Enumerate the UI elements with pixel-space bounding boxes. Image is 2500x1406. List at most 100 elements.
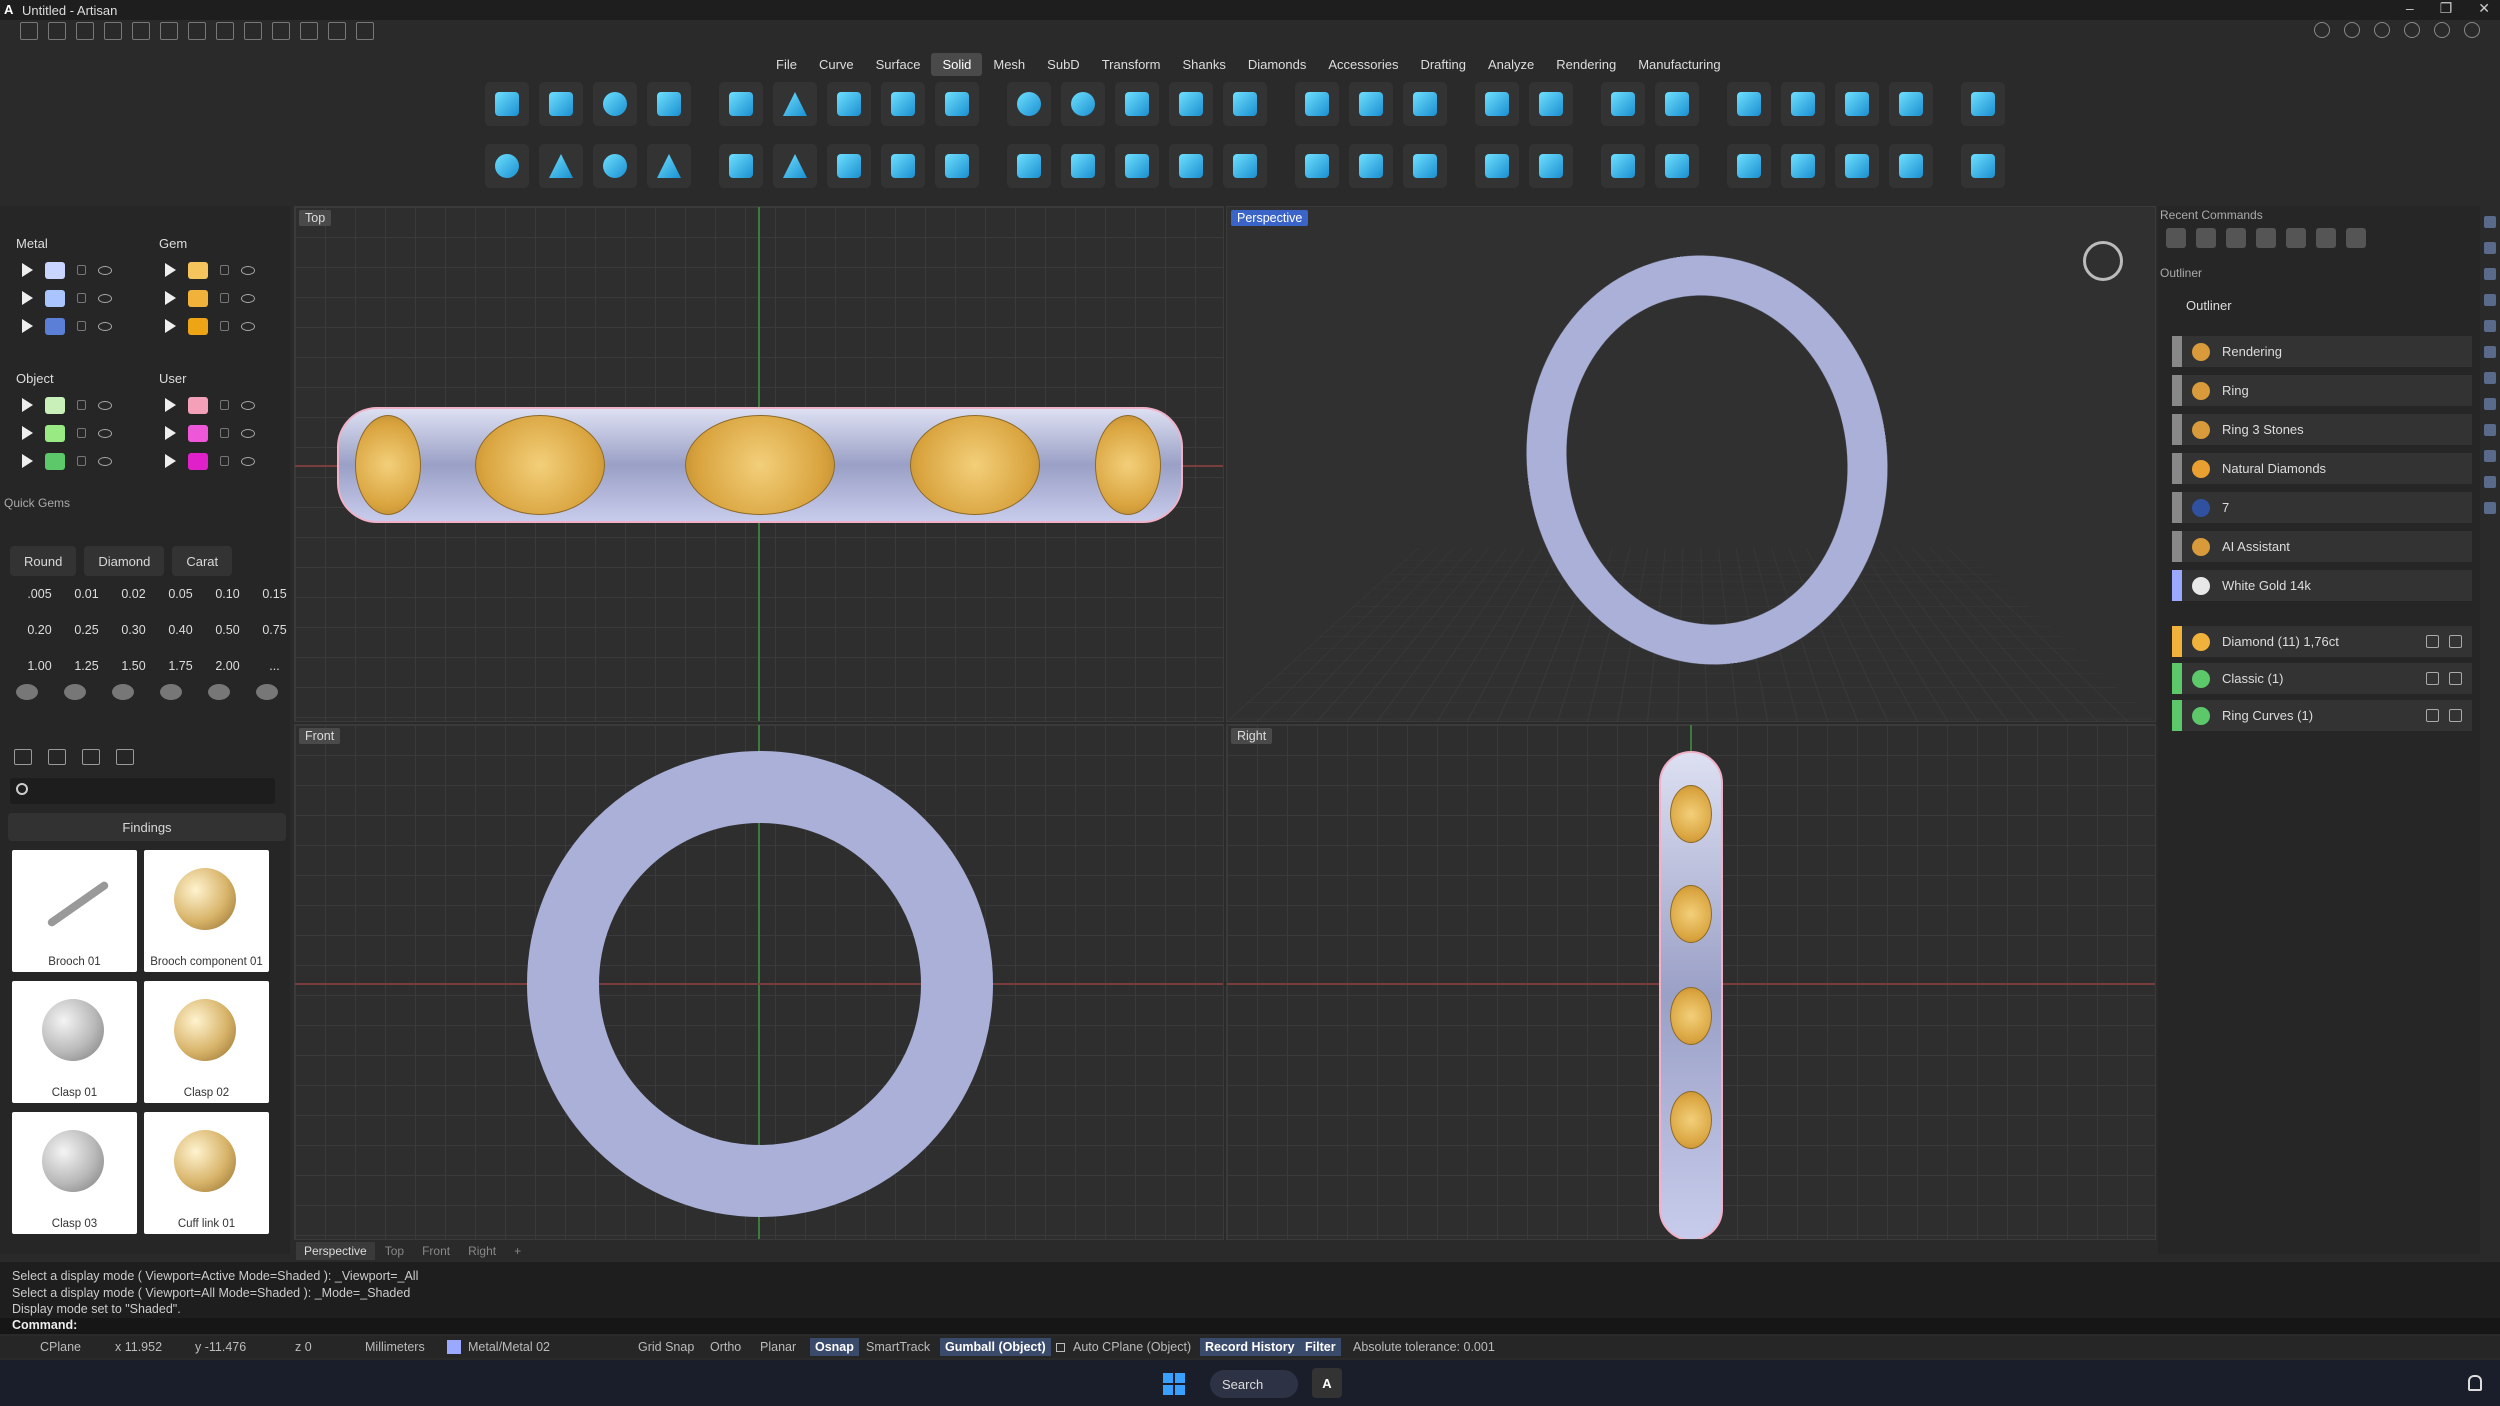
layer-color-swatch[interactable] [45, 424, 65, 442]
layer-color-swatch[interactable] [188, 317, 208, 335]
solid-tool-button[interactable] [1061, 82, 1105, 126]
user-layer-row[interactable] [143, 391, 278, 419]
edit-icon[interactable] [2426, 672, 2439, 685]
viewport-label-front[interactable]: Front [299, 728, 341, 744]
gem-layer-row[interactable] [143, 284, 278, 312]
carat-size-button[interactable]: 1.75 [157, 652, 204, 680]
library-item[interactable]: Clasp 02 [144, 981, 269, 1103]
play-icon[interactable] [22, 454, 33, 468]
solid-tool-button[interactable] [1529, 82, 1573, 126]
solid-tool-button[interactable] [719, 82, 763, 126]
layer-color-swatch[interactable] [188, 452, 208, 470]
layer-color-swatch[interactable] [45, 289, 65, 307]
redo-icon[interactable] [160, 22, 178, 40]
panel-icon[interactable] [2484, 372, 2496, 384]
solid-tool-button[interactable] [485, 144, 529, 188]
outliner-item[interactable]: White Gold 14k [2172, 570, 2472, 601]
solid-tool-button[interactable] [647, 82, 691, 126]
object-layer-row[interactable] [0, 447, 135, 475]
minimize-button[interactable]: – [2406, 0, 2414, 17]
lock-icon[interactable] [220, 293, 229, 303]
eye-icon[interactable] [241, 321, 255, 331]
gem-layer-row[interactable] [143, 312, 278, 340]
menu-mesh[interactable]: Mesh [982, 53, 1036, 76]
edit-icon[interactable] [2426, 709, 2439, 722]
gem-layer-row[interactable] [143, 256, 278, 284]
command-prompt[interactable]: Command: [0, 1318, 2500, 1334]
carat-size-button[interactable]: 0.05 [157, 580, 204, 608]
windows-start-icon[interactable] [1163, 1373, 1185, 1395]
eye-icon[interactable] [98, 293, 112, 303]
menu-file[interactable]: File [765, 53, 808, 76]
solid-tool-button[interactable] [1295, 82, 1339, 126]
panel-icon[interactable] [2484, 398, 2496, 410]
recent-command-icon[interactable] [2196, 228, 2216, 248]
lock-icon[interactable] [220, 456, 229, 466]
play-icon[interactable] [22, 319, 33, 333]
outliner-item[interactable]: Natural Diamonds [2172, 453, 2472, 484]
recent-command-icon[interactable] [2316, 228, 2336, 248]
user-avatar-icon[interactable] [2464, 22, 2480, 38]
image-icon[interactable] [82, 749, 100, 765]
solid-tool-button[interactable] [1529, 144, 1573, 188]
solid-tool-button[interactable] [1961, 144, 2005, 188]
solid-tool-button[interactable] [1727, 144, 1771, 188]
solid-tool-button[interactable] [1475, 144, 1519, 188]
play-icon[interactable] [22, 426, 33, 440]
lock-icon[interactable] [77, 400, 86, 410]
solid-tool-button[interactable] [1061, 144, 1105, 188]
viewport-tab[interactable]: Top [377, 1242, 412, 1260]
grid-snap-toggle[interactable]: Grid Snap [638, 1340, 694, 1354]
carat-size-button[interactable]: 0.15 [251, 580, 298, 608]
panel-icon[interactable] [2484, 450, 2496, 462]
gem-shape-icon[interactable] [160, 684, 182, 700]
play-icon[interactable] [165, 398, 176, 412]
front-viewport[interactable]: Front [294, 724, 1224, 1240]
lock-icon[interactable] [220, 321, 229, 331]
record-history-toggle[interactable]: Record History [1200, 1338, 1300, 1356]
carat-size-button[interactable]: 0.02 [110, 580, 157, 608]
gem-shape-icon[interactable] [256, 684, 278, 700]
lock-icon[interactable] [220, 428, 229, 438]
viewport-tab[interactable]: Right [460, 1242, 504, 1260]
carat-size-button[interactable]: 0.30 [110, 616, 157, 644]
solid-tool-button[interactable] [1655, 82, 1699, 126]
lock-icon[interactable] [220, 265, 229, 275]
panel-icon[interactable] [2484, 242, 2496, 254]
ortho-toggle[interactable]: Ortho [710, 1340, 741, 1354]
panel-icon[interactable] [2484, 320, 2496, 332]
open-folder-icon[interactable] [76, 22, 94, 40]
solid-tool-button[interactable] [773, 82, 817, 126]
lock-icon[interactable] [77, 265, 86, 275]
auto-cplane-toggle[interactable]: Auto CPlane (Object) [1073, 1340, 1191, 1354]
solid-tool-button[interactable] [1403, 82, 1447, 126]
solid-tool-button[interactable] [1403, 144, 1447, 188]
recent-command-icon[interactable] [2286, 228, 2306, 248]
layer-color-swatch[interactable] [188, 424, 208, 442]
solid-tool-button[interactable] [1007, 82, 1051, 126]
library-item[interactable]: Brooch 01 [12, 850, 137, 972]
eye-icon[interactable] [98, 456, 112, 466]
viewport-tab[interactable]: Front [414, 1242, 458, 1260]
solid-tool-button[interactable] [1169, 82, 1213, 126]
carat-size-button[interactable]: .005 [16, 580, 63, 608]
grid-icon[interactable] [116, 749, 134, 765]
solid-tool-button[interactable] [1475, 82, 1519, 126]
panel-icon[interactable] [2484, 294, 2496, 306]
carat-size-button[interactable]: 0.40 [157, 616, 204, 644]
carat-size-button[interactable]: 0.50 [204, 616, 251, 644]
lock-icon[interactable] [77, 293, 86, 303]
lock-icon[interactable] [77, 321, 86, 331]
diamond-material-button[interactable]: Diamond [84, 546, 165, 576]
library-search-input[interactable] [10, 778, 275, 804]
solid-tool-button[interactable] [1007, 144, 1051, 188]
export-icon[interactable] [244, 22, 262, 40]
library-item[interactable]: Brooch component 01 [144, 850, 269, 972]
save-icon[interactable] [188, 22, 206, 40]
layer-color-swatch[interactable] [45, 317, 65, 335]
play-icon[interactable] [22, 263, 33, 277]
carat-size-button[interactable]: 1.25 [63, 652, 110, 680]
units-label[interactable]: Millimeters [365, 1340, 425, 1354]
menu-curve[interactable]: Curve [808, 53, 865, 76]
outliner-item[interactable]: AI Assistant [2172, 531, 2472, 562]
